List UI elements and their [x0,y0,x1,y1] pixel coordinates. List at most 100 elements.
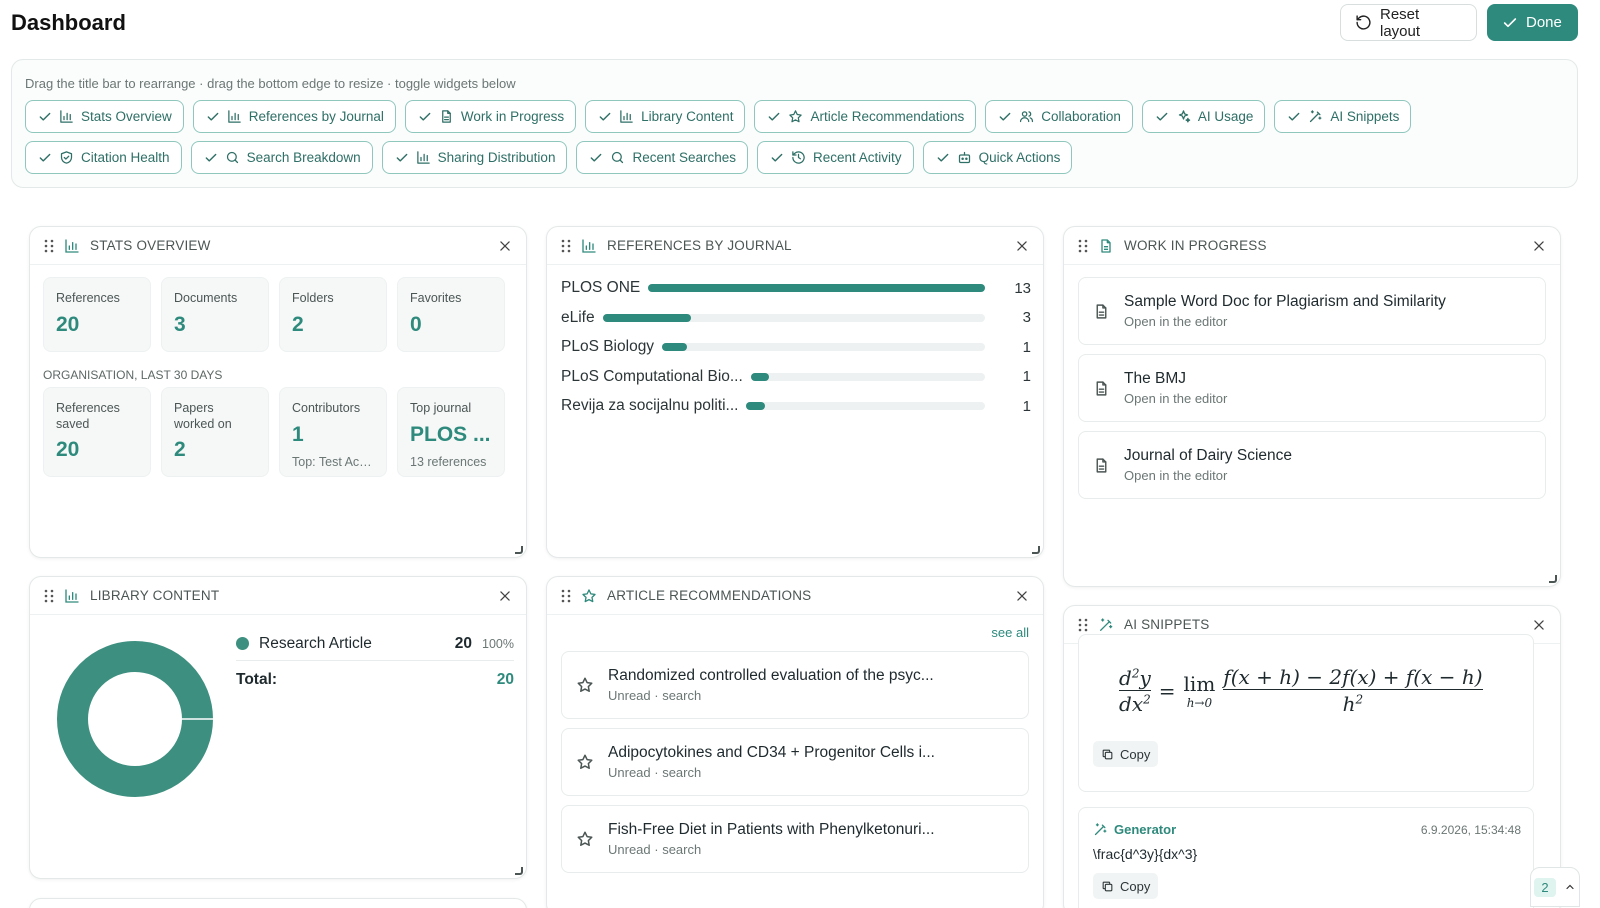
close-icon[interactable] [1015,239,1029,253]
check-icon [204,151,218,165]
stat-label: References saved [56,401,120,431]
drag-handle-icon[interactable] [561,239,571,253]
stat-value: 20 [56,312,80,336]
toggle-chip-search-breakdown[interactable]: Search Breakdown [190,141,373,174]
close-icon[interactable] [1532,239,1546,253]
stat-label: Favorites [410,291,462,305]
org-stat-card: Top journal PLOS ... 13 references [397,387,505,477]
stat-value: PLOS ... [410,422,491,446]
article-recommendations-widget: Article Recommendations see all Randomiz… [546,576,1044,908]
toggle-chip-label: Citation Health [81,150,170,165]
toggle-chip-article-recommendations[interactable]: Article Recommendations [754,100,977,133]
toggle-chip-citation-health[interactable]: Citation Health [25,141,182,174]
article-status: Unread · search [608,842,702,857]
journal-bar [662,343,687,351]
copy-icon [1101,748,1114,761]
toggle-chip-recent-searches[interactable]: Recent Searches [576,141,749,174]
check-icon [998,110,1012,124]
star-icon[interactable] [576,830,594,848]
done-button[interactable]: Done [1487,4,1578,41]
snippet-source: \frac{d^3y}{dx^3} [1093,846,1198,862]
journal-bar-track [602,313,985,322]
floating-counter-button[interactable]: 2 [1530,867,1580,907]
document-icon [1093,303,1110,320]
generator-label: Generator [1114,822,1177,837]
article-status: Unread · search [608,688,702,703]
close-icon[interactable] [498,589,512,603]
ai-snippets-widget: AI Snippets d2y dx2 = lim h→0 f(x + h) −… [1063,605,1561,908]
widget-title-bar[interactable]: Article Recommendations [547,577,1043,615]
star-icon[interactable] [576,753,594,771]
toggle-chip-work-in-progress[interactable]: Work in Progress [404,100,577,133]
check-icon [770,151,784,165]
drag-handle-icon[interactable] [44,589,54,603]
recommendation-item[interactable]: Adipocytokines and CD34 + Progenitor Cel… [561,728,1029,796]
recommendation-item[interactable]: Fish-Free Diet in Patients with Phenylke… [561,805,1029,873]
work-in-progress-item[interactable]: The BMJ Open in the editor [1078,354,1546,422]
bar-chart-icon [619,109,634,124]
toggle-chip-library-content[interactable]: Library Content [585,100,746,133]
layout-hint: Drag the title bar to rearrange · drag t… [25,76,516,91]
journal-bar-track [750,372,985,381]
reset-layout-button[interactable]: Reset layout [1340,4,1477,41]
document-title: Journal of Dairy Science [1124,447,1292,464]
stat-card: Favorites 0 [397,277,505,352]
resize-handle[interactable] [1032,546,1040,554]
magic-wand-icon [1308,109,1323,124]
page-title: Dashboard [11,10,126,35]
journal-bar-track [648,284,985,292]
star-icon [788,109,803,124]
toggle-chip-sharing-distribution[interactable]: Sharing Distribution [381,141,568,174]
toggle-chip-references-by-journal[interactable]: References by Journal [192,100,396,133]
check-icon [38,151,52,165]
toggle-chip-quick-actions[interactable]: Quick Actions [922,141,1073,174]
resize-handle[interactable] [515,546,523,554]
resize-handle[interactable] [515,867,523,875]
widget-title: Library Content [90,588,220,603]
drag-handle-icon[interactable] [561,589,571,603]
magic-wand-icon [1098,617,1114,633]
toggle-chip-recent-activity[interactable]: Recent Activity [757,141,914,174]
total-label: Total: [236,671,278,688]
toggle-chip-label: Work in Progress [460,109,565,124]
close-icon[interactable] [1532,618,1546,632]
widget-title-bar[interactable]: References by Journal [547,227,1043,265]
recommendation-item[interactable]: Randomized controlled evaluation of the … [561,651,1029,719]
drag-handle-icon[interactable] [44,239,54,253]
close-icon[interactable] [1015,589,1029,603]
widget-title: AI Snippets [1124,617,1210,632]
history-icon [791,150,806,165]
copy-button[interactable]: Copy [1093,741,1159,767]
widget-title-bar[interactable]: Stats Overview [30,227,526,265]
chevron-up-icon [1564,881,1576,893]
widget-title-bar[interactable]: Library Content [30,577,526,615]
toggle-chip-stats-overview[interactable]: Stats Overview [25,100,184,133]
toggle-chip-collaboration[interactable]: Collaboration [985,100,1133,133]
toggle-row-2: Citation Health Search Breakdown Sharing D… [25,141,1073,174]
close-icon[interactable] [498,239,512,253]
journal-name: PLoS Computational Bio... [561,367,743,385]
toggle-chip-label: Stats Overview [81,109,172,124]
work-in-progress-item[interactable]: Sample Word Doc for Plagiarism and Simil… [1078,277,1546,345]
article-title: Adipocytokines and CD34 + Progenitor Cel… [608,744,935,761]
stat-value: 0 [410,312,422,336]
stat-card: Documents 3 [161,277,269,352]
article-status: Unread · search [608,765,702,780]
org-stat-card: References saved 20 [43,387,151,477]
journal-name: Revija za socijalnu politi... [561,397,739,414]
document-subtitle: Open in the editor [1124,391,1228,406]
star-icon[interactable] [576,676,594,694]
copy-button[interactable]: Copy [1093,873,1159,899]
work-in-progress-item[interactable]: Journal of Dairy Science Open in the edit… [1078,431,1546,499]
toggle-chip-ai-snippets[interactable]: AI Snippets [1274,100,1412,133]
resize-handle[interactable] [1549,575,1557,583]
legend-color-dot [236,637,249,650]
toggle-chip-label: Sharing Distribution [437,150,556,165]
widget-title-bar[interactable]: Work in Progress [1064,227,1560,265]
stat-value: 2 [292,312,304,336]
toggle-chip-ai-usage[interactable]: AI Usage [1141,100,1266,133]
drag-handle-icon[interactable] [1078,239,1088,253]
drag-handle-icon[interactable] [1078,618,1088,632]
see-all-link[interactable]: see all [991,625,1029,640]
copy-label: Copy [1120,746,1151,762]
